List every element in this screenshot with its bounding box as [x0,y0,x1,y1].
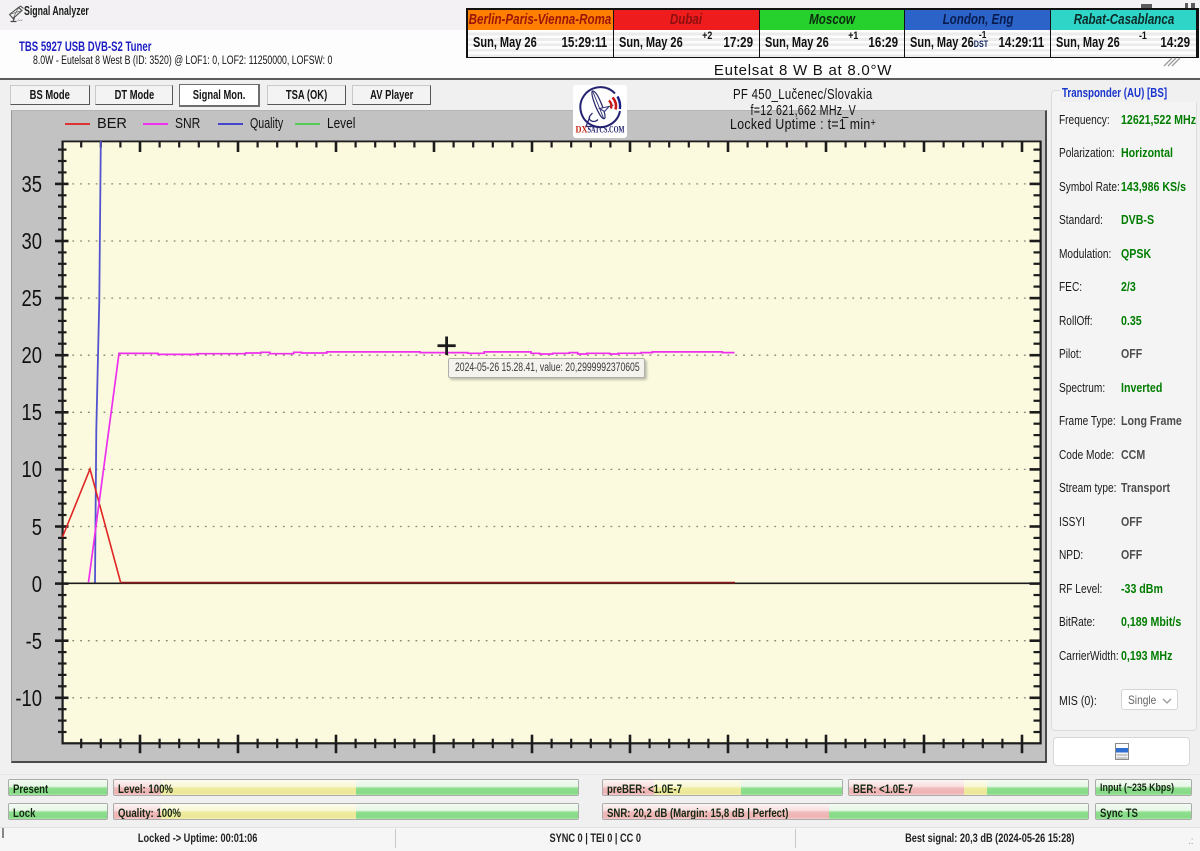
svg-text:SATCS.COM: SATCS.COM [588,124,625,134]
svg-text:DX: DX [576,124,588,134]
